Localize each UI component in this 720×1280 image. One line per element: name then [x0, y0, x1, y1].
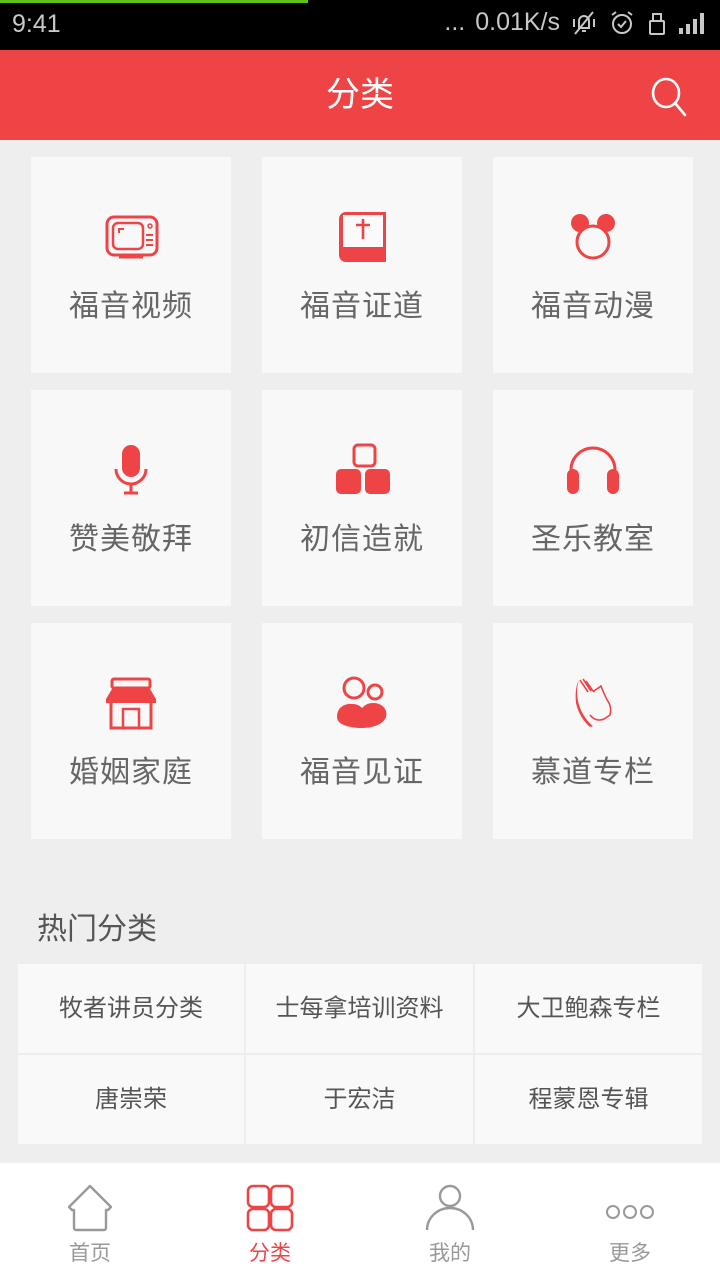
category-animation[interactable]: 福音动漫: [493, 157, 693, 373]
tab-label: 更多: [609, 1241, 651, 1265]
category-testimony[interactable]: 福音见证: [262, 623, 462, 839]
tab-label: 我的: [429, 1241, 471, 1265]
vibrate-off-icon: [570, 9, 598, 37]
category-label: 福音证道: [300, 289, 424, 324]
status-time: 9:41: [12, 10, 61, 38]
hot-categories-grid: 牧者讲员分类 士每拿培训资料 大卫鲍森专栏 唐崇荣 于宏洁 程蒙恩专辑: [18, 964, 702, 1144]
praying-hands-icon: [575, 678, 612, 727]
mouse-ears-icon: [571, 214, 615, 260]
network-speed: 0.01K/s: [475, 8, 560, 36]
more-icon: [606, 1205, 654, 1219]
grid-icon: [246, 1184, 294, 1232]
category-seeker[interactable]: 慕道专栏: [493, 623, 693, 839]
bottom-tab-bar: 首页 分类 我的 更多: [0, 1163, 720, 1280]
lock-icon: [646, 9, 668, 37]
page-title: 分类: [326, 75, 394, 115]
status-bar: 9:41 ... 0.01K/s: [0, 0, 720, 50]
status-indicators: ... 0.01K/s: [444, 8, 708, 37]
tab-more[interactable]: 更多: [540, 1163, 720, 1280]
hot-category-item[interactable]: 牧者讲员分类: [18, 964, 244, 1053]
signal-icon: [678, 10, 708, 36]
category-video[interactable]: 福音视频: [31, 157, 231, 373]
category-worship[interactable]: 赞美敬拜: [31, 390, 231, 606]
category-label: 福音见证: [300, 755, 424, 790]
home-icon: [67, 1184, 113, 1232]
tab-mine[interactable]: 我的: [360, 1163, 540, 1280]
alarm-icon: [608, 9, 636, 37]
hot-category-item[interactable]: 于宏洁: [246, 1055, 473, 1144]
people-icon: [337, 676, 387, 728]
tab-category[interactable]: 分类: [180, 1163, 360, 1280]
loading-progress-bar: [0, 0, 308, 3]
category-label: 慕道专栏: [531, 755, 655, 790]
category-new-believer[interactable]: 初信造就: [262, 390, 462, 606]
category-music-class[interactable]: 圣乐教室: [493, 390, 693, 606]
category-label: 福音动漫: [531, 289, 655, 324]
status-dots: ...: [444, 8, 466, 36]
category-label: 婚姻家庭: [69, 755, 193, 790]
category-label: 福音视频: [69, 289, 193, 324]
category-sermon[interactable]: 福音证道: [262, 157, 462, 373]
search-button[interactable]: [648, 74, 692, 118]
category-marriage-family[interactable]: 婚姻家庭: [31, 623, 231, 839]
hot-category-item[interactable]: 唐崇荣: [18, 1055, 244, 1144]
house-store-icon: [106, 677, 156, 730]
hot-categories-title: 热门分类: [37, 912, 157, 947]
blocks-icon: [336, 443, 390, 494]
hot-category-item[interactable]: 士每拿培训资料: [246, 964, 473, 1053]
tv-icon: [105, 215, 159, 259]
category-grid: 福音视频 福音证道 福音动漫 赞美敬拜 初信造就 圣乐教室 婚姻家庭 福音见证 …: [31, 157, 693, 839]
search-icon: [651, 77, 687, 117]
person-icon: [425, 1184, 475, 1231]
tab-label: 首页: [69, 1241, 111, 1265]
tab-label: 分类: [249, 1241, 291, 1265]
bible-icon: [339, 212, 386, 262]
hot-category-item[interactable]: 程蒙恩专辑: [475, 1055, 702, 1144]
tab-home[interactable]: 首页: [0, 1163, 180, 1280]
app-bar: 分类: [0, 50, 720, 140]
microphone-icon: [114, 445, 148, 495]
headphones-icon: [567, 446, 619, 494]
category-label: 初信造就: [300, 522, 424, 557]
hot-category-item[interactable]: 大卫鲍森专栏: [475, 964, 702, 1053]
category-label: 圣乐教室: [531, 522, 655, 557]
category-label: 赞美敬拜: [69, 522, 193, 557]
